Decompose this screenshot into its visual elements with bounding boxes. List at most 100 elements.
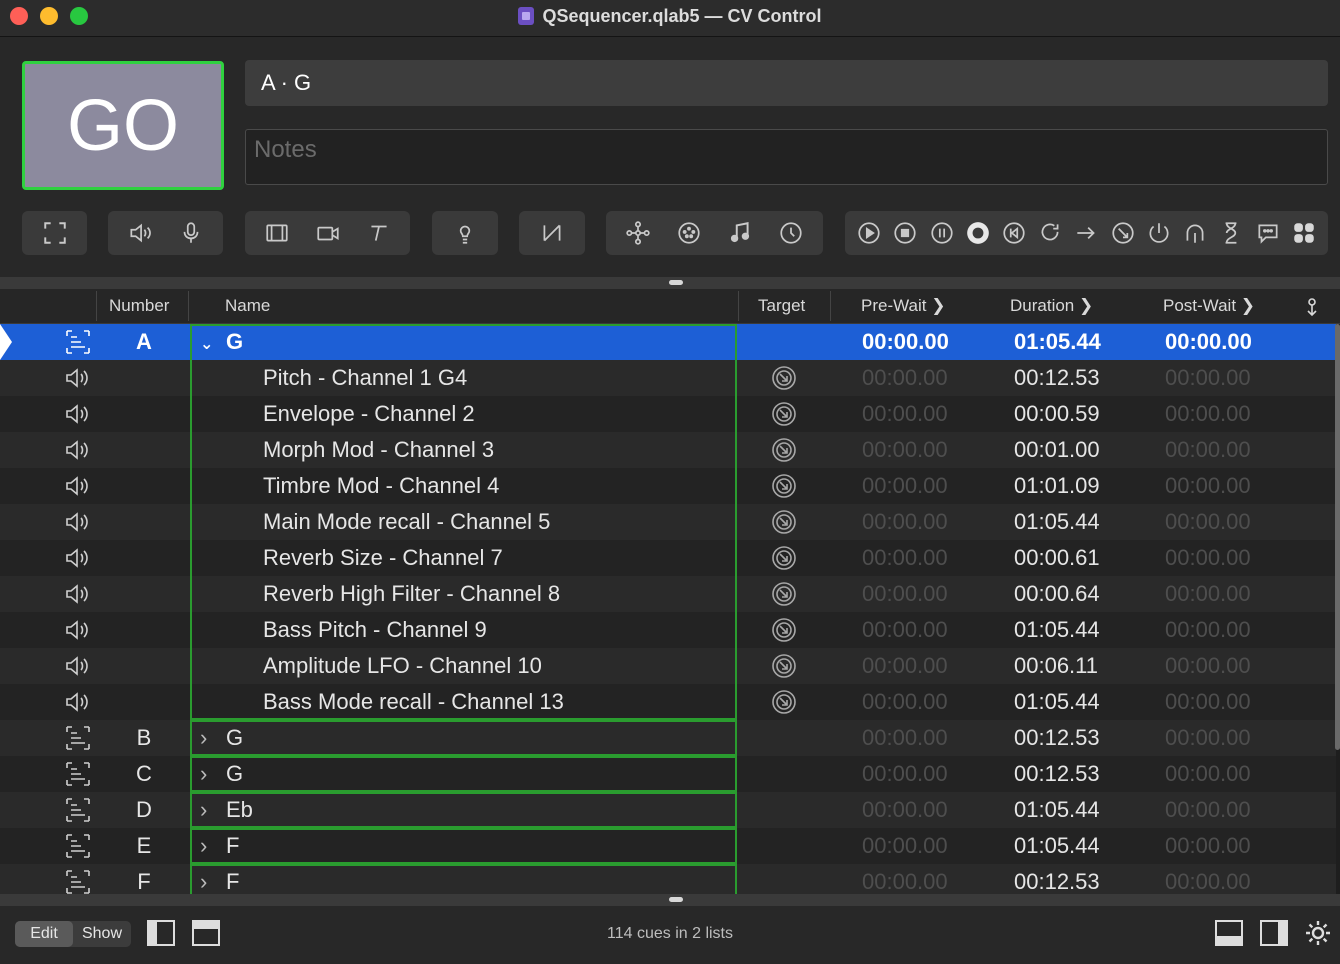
pre-wait-value[interactable]: 00:00.00: [862, 648, 948, 684]
vertical-scrollbar[interactable]: [1335, 324, 1340, 750]
cue-name[interactable]: Main Mode recall - Channel 5: [263, 504, 550, 540]
continue-mode-icon[interactable]: [1304, 289, 1320, 323]
video-cue-icon[interactable]: [257, 215, 297, 251]
midi-cue-icon[interactable]: [669, 215, 709, 251]
group-cue-row[interactable]: E › F 00:00.00 01:05.44 00:00.00: [0, 828, 1336, 864]
post-wait-value[interactable]: 00:00.00: [1165, 324, 1252, 360]
pre-wait-value[interactable]: 00:00.00: [862, 864, 948, 894]
group-cue-row[interactable]: C › G 00:00.00 00:12.53 00:00.00: [0, 756, 1336, 792]
pre-wait-value[interactable]: 00:00.00: [862, 792, 948, 828]
cue-number[interactable]: [100, 612, 188, 648]
cue-number[interactable]: B: [100, 720, 188, 756]
cue-name[interactable]: Timbre Mod - Channel 4: [263, 468, 499, 504]
post-wait-value[interactable]: 00:00.00: [1165, 864, 1251, 894]
pre-wait-value[interactable]: 00:00.00: [862, 396, 948, 432]
column-name[interactable]: Name: [225, 289, 270, 323]
light-cue-icon[interactable]: [445, 215, 485, 251]
cue-name[interactable]: Envelope - Channel 2: [263, 396, 475, 432]
target-icon[interactable]: [768, 360, 800, 396]
post-wait-value[interactable]: 00:00.00: [1165, 432, 1251, 468]
cue-number[interactable]: [100, 648, 188, 684]
audio-cue-row[interactable]: Morph Mod - Channel 3 00:00.00 00:01.00 00:…: [0, 432, 1336, 468]
cue-name[interactable]: › G: [200, 720, 243, 756]
post-wait-value[interactable]: 00:00.00: [1165, 612, 1251, 648]
cue-name[interactable]: › F: [200, 864, 239, 894]
fade-out-cue-icon[interactable]: [1178, 215, 1212, 251]
cue-name[interactable]: Reverb High Filter - Channel 8: [263, 576, 560, 612]
post-wait-value[interactable]: 00:00.00: [1165, 360, 1251, 396]
target-icon[interactable]: [768, 684, 800, 720]
post-wait-value[interactable]: 00:00.00: [1165, 648, 1251, 684]
duration-value[interactable]: 01:01.09: [1014, 468, 1100, 504]
cue-number[interactable]: D: [100, 792, 188, 828]
sidebar-right-toggle-icon[interactable]: [1259, 918, 1289, 948]
devamp-cue-icon[interactable]: [1033, 215, 1067, 251]
go-button[interactable]: GO: [22, 61, 224, 190]
fade-cue-icon[interactable]: [532, 215, 572, 251]
cue-number[interactable]: F: [100, 864, 188, 894]
column-pre-wait[interactable]: Pre-Wait ❯: [861, 289, 945, 323]
chevron-right-icon[interactable]: ›: [200, 720, 218, 756]
group-cue-row[interactable]: B › G 00:00.00 00:12.53 00:00.00: [0, 720, 1336, 756]
cue-title-field[interactable]: A · G: [245, 60, 1328, 106]
pause-cue-icon[interactable]: [925, 215, 959, 251]
chevron-right-icon[interactable]: ›: [200, 792, 218, 828]
pre-wait-value[interactable]: 00:00.00: [862, 432, 948, 468]
cue-number[interactable]: [100, 684, 188, 720]
cue-number[interactable]: [100, 360, 188, 396]
inspector-toggle-icon[interactable]: [1214, 918, 1244, 948]
cue-name[interactable]: › F: [200, 828, 239, 864]
duration-value[interactable]: 00:00.64: [1014, 576, 1100, 612]
post-wait-value[interactable]: 00:00.00: [1165, 828, 1251, 864]
audio-cue-row[interactable]: Envelope - Channel 2 00:00.00 00:00.59 00:0…: [0, 396, 1336, 432]
notes-field[interactable]: Notes: [245, 129, 1328, 185]
chevron-right-icon[interactable]: ›: [200, 756, 218, 792]
target-icon[interactable]: [768, 612, 800, 648]
group-cue-row[interactable]: A ⌄ G 00:00.00 01:05.44 00:00.00: [0, 324, 1336, 360]
post-wait-value[interactable]: 00:00.00: [1165, 684, 1251, 720]
duration-value[interactable]: 01:05.44: [1014, 324, 1101, 360]
cue-name[interactable]: › G: [200, 756, 243, 792]
pre-wait-value[interactable]: 00:00.00: [862, 720, 948, 756]
pre-wait-value[interactable]: 00:00.00: [862, 360, 948, 396]
audio-cue-icon[interactable]: [120, 215, 160, 251]
duration-value[interactable]: 00:00.61: [1014, 540, 1100, 576]
header-resize-handle[interactable]: [0, 277, 1340, 289]
script-cue-icon[interactable]: [1287, 215, 1321, 251]
memo-cue-icon[interactable]: [1251, 215, 1285, 251]
column-number[interactable]: Number: [109, 289, 169, 323]
audio-cue-row[interactable]: Timbre Mod - Channel 4 00:00.00 01:01.09 00…: [0, 468, 1336, 504]
pre-wait-value[interactable]: 00:00.00: [862, 468, 948, 504]
target-icon[interactable]: [768, 576, 800, 612]
cue-name[interactable]: Amplitude LFO - Channel 10: [263, 648, 542, 684]
start-cue-icon[interactable]: [852, 215, 886, 251]
cue-number[interactable]: E: [100, 828, 188, 864]
goto-cue-icon[interactable]: [1069, 215, 1103, 251]
cue-name[interactable]: Morph Mod - Channel 3: [263, 432, 494, 468]
stop-cue-icon[interactable]: [888, 215, 922, 251]
chevron-right-icon[interactable]: ›: [200, 864, 218, 894]
cue-number[interactable]: [100, 576, 188, 612]
pre-wait-value[interactable]: 00:00.00: [862, 684, 948, 720]
duration-value[interactable]: 01:05.44: [1014, 828, 1100, 864]
pre-wait-value[interactable]: 00:00.00: [862, 828, 948, 864]
audio-cue-row[interactable]: Reverb Size - Channel 7 00:00.00 00:00.61 0…: [0, 540, 1336, 576]
audio-cue-row[interactable]: Pitch - Channel 1 G4 00:00.00 00:12.53 00:0…: [0, 360, 1336, 396]
pre-wait-value[interactable]: 00:00.00: [862, 612, 948, 648]
duration-value[interactable]: 01:05.44: [1014, 792, 1100, 828]
cue-name[interactable]: › Eb: [200, 792, 253, 828]
duration-value[interactable]: 00:12.53: [1014, 720, 1100, 756]
duration-value[interactable]: 01:05.44: [1014, 612, 1100, 648]
microphone-cue-icon[interactable]: [171, 215, 211, 251]
cue-number[interactable]: A: [100, 324, 188, 360]
music-cue-icon[interactable]: [720, 215, 760, 251]
target-icon[interactable]: [768, 540, 800, 576]
column-duration[interactable]: Duration ❯: [1010, 289, 1093, 323]
duration-value[interactable]: 01:05.44: [1014, 684, 1100, 720]
pre-wait-value[interactable]: 00:00.00: [862, 756, 948, 792]
audio-cue-row[interactable]: Main Mode recall - Channel 5 00:00.00 01:0…: [0, 504, 1336, 540]
timecode-cue-icon[interactable]: [771, 215, 811, 251]
cue-number[interactable]: [100, 396, 188, 432]
post-wait-value[interactable]: 00:00.00: [1165, 720, 1251, 756]
post-wait-value[interactable]: 00:00.00: [1165, 504, 1251, 540]
